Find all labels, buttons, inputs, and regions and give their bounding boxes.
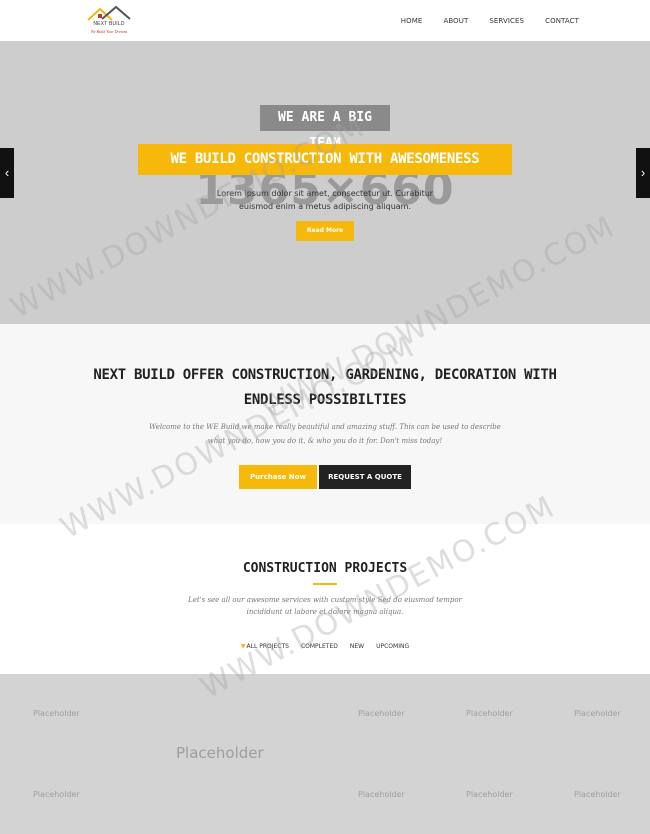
nav-contact[interactable]: CONTACT	[545, 17, 579, 25]
project-filters: ▼ALL PROJECTS COMPLETED NEW UPCOMING	[0, 643, 650, 650]
project-thumb-placeholder[interactable]: Placeholder	[33, 790, 80, 799]
project-large-placeholder[interactable]: Placeholder	[176, 744, 264, 762]
project-thumb-placeholder[interactable]: Placeholder	[574, 709, 621, 718]
projects-section: CONSTRUCTION PROJECTS Let's see all our …	[0, 524, 650, 674]
filter-new[interactable]: NEW	[350, 643, 364, 650]
hero-badge: WE ARE A BIG TEAM	[260, 105, 390, 151]
filter-completed[interactable]: COMPLETED	[301, 643, 338, 650]
site-logo[interactable]: NEXT BUILD We Build Your Dreams	[84, 5, 134, 37]
site-header: NEXT BUILD We Build Your Dreams HOME ABO…	[0, 0, 650, 41]
title-divider	[313, 583, 337, 585]
projects-title: CONSTRUCTION PROJECTS	[242, 561, 408, 576]
offer-text: Welcome to the WE Build we make really b…	[149, 423, 501, 445]
project-thumb-placeholder[interactable]: Placeholder	[466, 790, 513, 799]
page: NEXT BUILD We Build Your Dreams HOME ABO…	[0, 0, 650, 834]
filter-upcoming[interactable]: UPCOMING	[376, 643, 409, 650]
filter-all-projects[interactable]: ▼ALL PROJECTS	[241, 643, 289, 650]
hero-slider: 1365×660 WE ARE A BIG TEAM WE BUILD CONS…	[0, 41, 650, 324]
hammer-icon: ▼	[240, 643, 246, 650]
nav-about[interactable]: ABOUT	[443, 17, 468, 25]
offer-title: NEXT BUILD OFFER CONSTRUCTION, GARDENING…	[93, 367, 557, 408]
slider-next-button[interactable]: ›	[636, 148, 650, 198]
project-thumb-placeholder[interactable]: Placeholder	[574, 790, 621, 799]
filter-label: ALL PROJECTS	[246, 643, 289, 650]
nav-home[interactable]: HOME	[401, 17, 423, 25]
project-thumb-placeholder[interactable]: Placeholder	[358, 709, 405, 718]
project-thumb-placeholder[interactable]: Placeholder	[358, 790, 405, 799]
offer-section: NEXT BUILD OFFER CONSTRUCTION, GARDENING…	[0, 324, 650, 524]
logo-tagline: We Build Your Dreams	[90, 29, 128, 34]
purchase-now-button[interactable]: Purchase Now	[239, 465, 317, 489]
read-more-button[interactable]: Read More	[296, 221, 354, 241]
hero-text: Lorem ipsum dolor sit amet, consectetur …	[216, 189, 434, 211]
request-quote-button[interactable]: REQUEST A QUOTE	[319, 465, 411, 489]
chevron-right-icon: ›	[640, 165, 646, 180]
main-nav: HOME ABOUT SERVICES CONTACT	[401, 17, 579, 25]
slider-prev-button[interactable]: ‹	[0, 148, 14, 198]
projects-text: Let's see all our awesome services with …	[188, 596, 462, 616]
logo-name: NEXT BUILD	[93, 21, 125, 27]
hero-title: WE BUILD CONSTRUCTION WITH AWESOMENESS	[138, 144, 512, 175]
nav-services[interactable]: SERVICES	[489, 17, 524, 25]
roof-logo-icon	[87, 5, 131, 21]
projects-grid: Placeholder Placeholder Placeholder Plac…	[0, 674, 650, 834]
project-thumb-placeholder[interactable]: Placeholder	[466, 709, 513, 718]
project-thumb-placeholder[interactable]: Placeholder	[33, 709, 80, 718]
chevron-left-icon: ‹	[4, 165, 10, 180]
